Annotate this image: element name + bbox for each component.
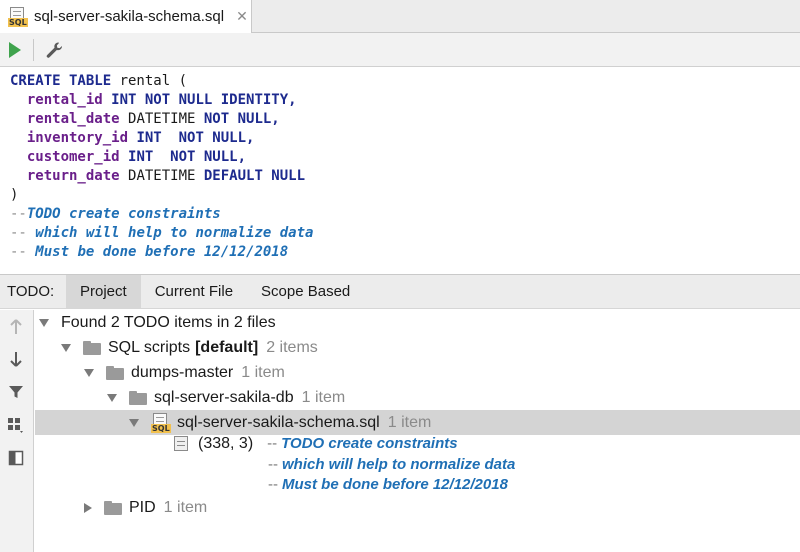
node-name: sql-server-sakila-schema.sql [177, 413, 380, 431]
node-count: 1 item [387, 413, 432, 431]
todo-item-position: (338, 3) [198, 434, 254, 452]
tree-root[interactable]: Found 2 TODO items in 2 files [35, 310, 800, 335]
code-line: rental_date DATETIME NOT NULL, [10, 110, 800, 129]
tab-scope-based[interactable]: Scope Based [247, 275, 364, 308]
editor-tab[interactable]: SQL sql-server-sakila-schema.sql ✕ [0, 0, 252, 33]
group-by-icon[interactable] [5, 414, 27, 436]
tree-root-label: Found 2 TODO items in 2 files [61, 313, 276, 331]
node-count: 1 item [241, 363, 285, 381]
folder-icon [104, 500, 122, 515]
chevron-down-icon[interactable] [129, 418, 139, 427]
code-token: DATETIME [128, 111, 204, 127]
comment-prefix: -- [268, 456, 278, 473]
run-icon[interactable] [9, 42, 21, 58]
code-token: rental_date [10, 111, 129, 127]
code-token: which will help to normalize data [35, 225, 314, 241]
sql-file-icon: SQL [8, 6, 28, 27]
close-icon[interactable]: ✕ [236, 8, 248, 25]
code-token: inventory_id [10, 130, 137, 146]
comment-prefix: -- [267, 435, 278, 452]
code-token: customer_id [10, 149, 129, 165]
todo-tree: Found 2 TODO items in 2 files SQL script… [35, 310, 800, 552]
node-name: sql-server-sakila-db [154, 388, 294, 406]
code-token: NOT NULL, [203, 111, 280, 127]
arrow-down-icon[interactable] [5, 348, 27, 370]
code-token: return_date [10, 168, 129, 184]
code-token: -- [10, 206, 27, 222]
preview-panel-icon[interactable] [5, 447, 27, 469]
editor-tab-bar: SQL sql-server-sakila-schema.sql ✕ [0, 0, 800, 33]
node-count: 1 item [301, 388, 346, 406]
code-token: TODO create constraints [26, 206, 221, 222]
comment-prefix: -- [268, 476, 278, 493]
code-token: CREATE TABLE [10, 73, 120, 89]
code-token: DATETIME [128, 168, 204, 184]
folder-icon [129, 390, 147, 405]
code-token: rental ( [119, 73, 188, 89]
chevron-down-icon[interactable] [107, 393, 117, 402]
node-name: PID [129, 498, 156, 516]
todo-tool-strip [0, 310, 34, 552]
tree-node-sql-scripts[interactable]: SQL scripts [default] 2 items [35, 335, 800, 360]
code-line: customer_id INT NOT NULL, [10, 148, 800, 167]
code-line: -- which will help to normalize data [10, 224, 800, 243]
todo-panel-label: TODO: [7, 283, 55, 300]
todo-text-line-2: which will help to normalize data [282, 456, 516, 473]
code-token: ) [10, 187, 19, 203]
code-token: -- [10, 244, 36, 260]
code-token: INT NOT NULL IDENTITY, [111, 92, 297, 108]
todo-panel-header: TODO: Project Current File Scope Based [0, 274, 800, 309]
filter-icon[interactable] [5, 381, 27, 403]
folder-icon [106, 365, 124, 380]
tree-node-pid[interactable]: PID 1 item [35, 495, 800, 520]
editor-toolbar [0, 33, 800, 67]
code-token: rental_id [10, 92, 112, 108]
node-count: 1 item [163, 498, 208, 516]
node-tag: [default] [195, 338, 259, 356]
tab-project[interactable]: Project [66, 275, 141, 308]
code-line: -- Must be done before 12/12/2018 [10, 243, 800, 262]
code-editor[interactable]: CREATE TABLE rental ( rental_id INT NOT … [0, 68, 800, 274]
wrench-icon[interactable] [44, 40, 66, 60]
todo-text-line-3: Must be done before 12/12/2018 [282, 476, 508, 493]
tree-node-dumps-master[interactable]: dumps-master 1 item [35, 360, 800, 385]
code-line: return_date DATETIME DEFAULT NULL [10, 167, 800, 186]
tab-title: sql-server-sakila-schema.sql [34, 8, 225, 25]
code-line: ) [10, 186, 800, 205]
chevron-right-icon[interactable] [84, 502, 92, 513]
tab-current-file[interactable]: Current File [141, 275, 247, 308]
folder-icon [83, 340, 101, 355]
todo-text-line-1: TODO create constraints [281, 435, 458, 452]
code-token: DEFAULT NULL [203, 168, 306, 184]
node-name: dumps-master [131, 363, 234, 381]
code-line: --TODO create constraints [10, 205, 800, 224]
node-name: SQL scripts [108, 338, 191, 356]
code-token: INT NOT NULL, [128, 149, 247, 165]
code-line: rental_id INT NOT NULL IDENTITY, [10, 91, 800, 110]
chevron-down-icon[interactable] [84, 368, 94, 377]
code-line: inventory_id INT NOT NULL, [10, 129, 800, 148]
toolbar-divider [33, 39, 34, 61]
sql-file-icon: SQL [151, 412, 171, 433]
tree-node-sakila-db[interactable]: sql-server-sakila-db 1 item [35, 385, 800, 410]
node-count: 2 items [266, 338, 318, 356]
todo-item-continuation: -- Must be done before 12/12/2018 [35, 472, 800, 497]
todo-item-icon [174, 436, 188, 451]
arrow-up-icon[interactable] [5, 316, 27, 338]
chevron-down-icon[interactable] [61, 343, 71, 352]
code-token: INT NOT NULL, [136, 130, 255, 146]
code-line: CREATE TABLE rental ( [10, 72, 800, 91]
code-token: -- [10, 225, 36, 241]
code-token: Must be done before 12/12/2018 [35, 244, 289, 260]
chevron-down-icon[interactable] [39, 318, 49, 327]
